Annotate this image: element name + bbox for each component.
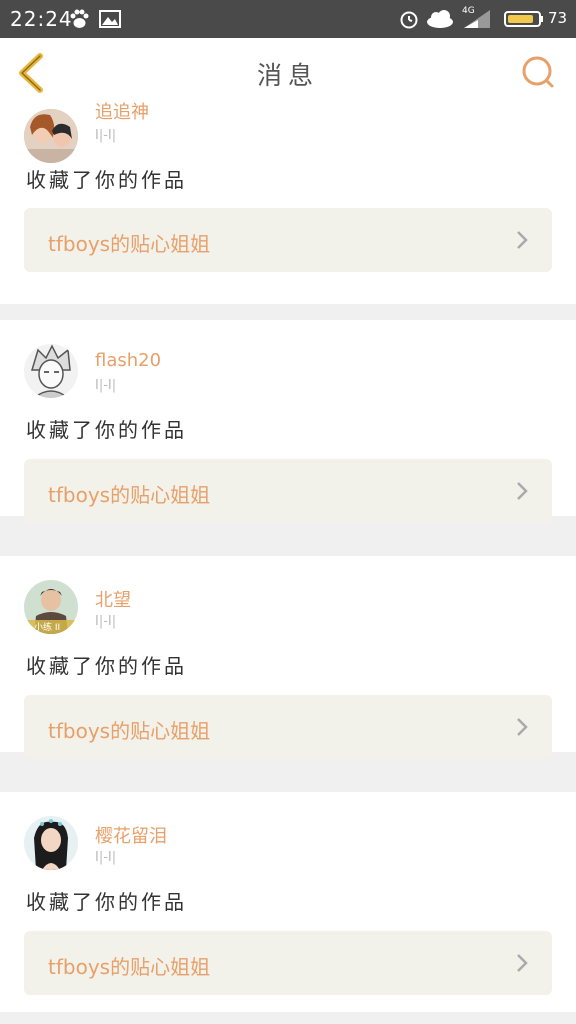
work-link[interactable]: tfboys的贴心姐姐 (24, 208, 552, 272)
chevron-right-icon (517, 718, 528, 736)
image-icon (99, 10, 121, 28)
status-time: 22:24 (10, 7, 73, 31)
username[interactable]: 樱花留泪 (95, 822, 167, 848)
work-link[interactable]: tfboys的贴心姐姐 (24, 695, 552, 759)
user-photo-icon (24, 109, 78, 163)
list-item[interactable]: 小练 II 北望 I|-I| 收藏了你的作品 tfboys的贴心姐姐 (0, 556, 576, 759)
list-item[interactable]: 追追神 I|-I| 收藏了你的作品 tfboys的贴心姐姐 (0, 94, 576, 304)
user-photo-icon (24, 816, 78, 870)
avatar-caption: 小练 II (34, 623, 61, 633)
baidu-paw-icon (70, 9, 89, 28)
avatar[interactable] (24, 344, 78, 398)
work-title: tfboys的贴心姐姐 (48, 232, 211, 256)
action-text: 收藏了你的作品 (26, 890, 187, 914)
action-text: 收藏了你的作品 (26, 418, 187, 442)
work-title: tfboys的贴心姐姐 (48, 719, 211, 743)
timestamp: I|-I| (95, 850, 117, 865)
work-title: tfboys的贴心姐姐 (48, 955, 211, 979)
chevron-right-icon (517, 954, 528, 972)
alarm-icon (400, 11, 418, 29)
timestamp: I|-I| (95, 614, 117, 629)
user-sketch-icon (24, 344, 78, 398)
username[interactable]: flash20 (95, 350, 161, 371)
list-item[interactable]: 樱花留泪 I|-I| 收藏了你的作品 tfboys的贴心姐姐 (0, 792, 576, 1012)
signal-icon (464, 10, 490, 28)
timestamp: I|-I| (95, 378, 117, 393)
status-bar: 22:24 4G 73 (0, 0, 576, 38)
chevron-right-icon (517, 231, 528, 249)
search-icon[interactable] (518, 52, 558, 92)
battery-icon (504, 11, 543, 27)
cloud-icon (427, 10, 453, 28)
work-link[interactable]: tfboys的贴心姐姐 (24, 931, 552, 995)
username[interactable]: 北望 (95, 586, 131, 612)
work-link[interactable]: tfboys的贴心姐姐 (24, 459, 552, 523)
list-item[interactable]: flash20 I|-I| 收藏了你的作品 tfboys的贴心姐姐 (0, 320, 576, 523)
battery-level: 73 (548, 9, 568, 27)
action-text: 收藏了你的作品 (26, 654, 187, 678)
page-title: 消息 (256, 61, 319, 90)
action-text: 收藏了你的作品 (26, 168, 187, 192)
work-title: tfboys的贴心姐姐 (48, 483, 211, 507)
avatar[interactable] (24, 109, 78, 163)
username[interactable]: 追追神 (95, 98, 149, 124)
chevron-right-icon (517, 482, 528, 500)
avatar[interactable]: 小练 II (24, 580, 78, 634)
avatar[interactable] (24, 816, 78, 870)
timestamp: I|-I| (95, 128, 117, 143)
